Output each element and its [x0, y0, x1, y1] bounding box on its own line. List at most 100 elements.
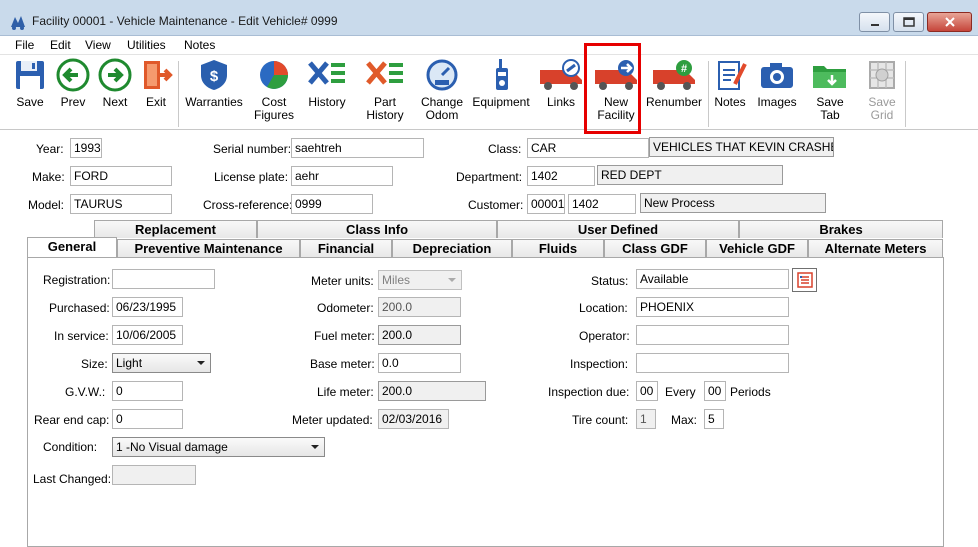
- tab-preventive-maintenance[interactable]: Preventive Maintenance: [117, 239, 300, 257]
- tab-fluids[interactable]: Fluids: [512, 239, 604, 257]
- toolbar-separator: [905, 61, 906, 127]
- class-code-field[interactable]: CAR: [527, 138, 649, 158]
- tab-general[interactable]: General: [27, 237, 117, 257]
- life-meter-field: 200.0: [378, 381, 486, 401]
- prev-button[interactable]: Prev: [53, 58, 93, 109]
- images-label: Images: [757, 95, 797, 109]
- notes-button[interactable]: Notes: [711, 58, 749, 109]
- part-history-button[interactable]: Part History: [360, 58, 410, 122]
- arrow-left-icon: [56, 58, 90, 92]
- department-description: RED DEPT: [597, 165, 783, 185]
- next-label: Next: [102, 95, 128, 109]
- tab-alternate-meters[interactable]: Alternate Meters: [808, 239, 943, 257]
- equipment-button[interactable]: Equipment: [472, 58, 530, 109]
- save-tab-button[interactable]: Save Tab: [806, 58, 854, 122]
- periods-label: Periods: [730, 385, 771, 399]
- location-field[interactable]: PHOENIX: [636, 297, 789, 317]
- gvw-field[interactable]: 0: [112, 381, 183, 401]
- odometer-label: Odometer:: [317, 301, 374, 315]
- status-list-button[interactable]: [792, 268, 817, 292]
- tab-vehicle-gdf[interactable]: Vehicle GDF: [706, 239, 808, 257]
- exit-button[interactable]: Exit: [138, 58, 174, 109]
- tab-class-gdf[interactable]: Class GDF: [604, 239, 706, 257]
- history-button[interactable]: History: [303, 58, 351, 109]
- tab-brakes[interactable]: Brakes: [739, 220, 943, 238]
- save-grid-button[interactable]: Save Grid: [860, 58, 904, 122]
- menu-edit[interactable]: Edit: [50, 38, 71, 52]
- last-changed-label: Last Changed:: [33, 472, 112, 486]
- base-meter-field[interactable]: 0.0: [378, 353, 461, 373]
- customer-code-field[interactable]: 00001: [527, 194, 565, 214]
- tab-depreciation[interactable]: Depreciation: [392, 239, 512, 257]
- restore-icon: [902, 17, 915, 27]
- svg-text:$: $: [210, 68, 219, 85]
- license-plate-field[interactable]: aehr: [291, 166, 393, 186]
- rear-end-cap-field[interactable]: 0: [112, 409, 183, 429]
- inspection-field[interactable]: [636, 353, 789, 373]
- operator-field[interactable]: [636, 325, 789, 345]
- close-button[interactable]: [927, 12, 972, 32]
- tire-count-label: Tire count:: [572, 413, 629, 427]
- tab-class-info[interactable]: Class Info: [257, 220, 497, 238]
- class-label: Class:: [488, 142, 522, 156]
- renumber-button[interactable]: # Renumber: [645, 58, 703, 109]
- close-icon: [944, 17, 955, 27]
- part-history-label: Part History: [366, 95, 404, 122]
- department-code-field[interactable]: 1402: [527, 166, 595, 186]
- serial-label: Serial number:: [213, 142, 292, 156]
- minimize-button[interactable]: [859, 12, 890, 32]
- condition-value: 1 -No Visual damage: [116, 440, 228, 454]
- customer-label: Customer:: [468, 198, 524, 212]
- maximize-button[interactable]: [893, 12, 924, 32]
- notes-label: Notes: [714, 95, 746, 109]
- notepad-icon: [718, 61, 747, 90]
- tab-user-defined[interactable]: User Defined: [497, 220, 739, 238]
- cross-reference-field[interactable]: 0999: [291, 194, 373, 214]
- window-title: Facility 00001 - Vehicle Maintenance - E…: [32, 14, 338, 28]
- menu-view[interactable]: View: [85, 38, 111, 52]
- images-button[interactable]: Images: [754, 58, 800, 109]
- tab-replacement[interactable]: Replacement: [94, 220, 257, 238]
- tab-financial[interactable]: Financial: [300, 239, 392, 257]
- save-button[interactable]: Save: [10, 58, 50, 109]
- odometer-field: 200.0: [378, 297, 461, 317]
- serial-field[interactable]: saehtreh: [291, 138, 424, 158]
- status-field[interactable]: Available: [636, 269, 789, 289]
- department-label: Department:: [456, 170, 523, 184]
- warranties-label: Warranties: [185, 95, 243, 109]
- in-service-field[interactable]: 10/06/2005: [112, 325, 183, 345]
- year-field[interactable]: 1993: [70, 138, 102, 158]
- change-odom-button[interactable]: Change Odom: [418, 58, 466, 122]
- menu-bar: File Edit View Utilities Notes: [0, 36, 978, 55]
- customer-subcode-field[interactable]: 1402: [568, 194, 636, 214]
- meter-updated-label: Meter updated:: [292, 413, 373, 427]
- save-grid-label: Save Grid: [868, 95, 896, 122]
- purchased-field[interactable]: 06/23/1995: [112, 297, 183, 317]
- exit-door-icon: [144, 61, 173, 89]
- list-icon: [796, 272, 813, 288]
- next-button[interactable]: Next: [95, 58, 135, 109]
- size-select[interactable]: Light: [112, 353, 211, 373]
- max-field[interactable]: 5: [704, 409, 724, 429]
- renumber-label: Renumber: [645, 95, 703, 109]
- year-label: Year:: [36, 142, 64, 156]
- life-meter-label: Life meter:: [317, 385, 374, 399]
- links-button[interactable]: Links: [536, 58, 586, 109]
- meter-units-label: Meter units:: [311, 274, 374, 288]
- menu-file[interactable]: File: [15, 38, 34, 52]
- menu-utilities[interactable]: Utilities: [127, 38, 166, 52]
- fuel-meter-field: 200.0: [378, 325, 461, 345]
- model-field[interactable]: TAURUS: [70, 194, 172, 214]
- make-field[interactable]: FORD: [70, 166, 172, 186]
- radio-icon: [496, 59, 508, 90]
- fuel-meter-label: Fuel meter:: [314, 329, 375, 343]
- every-field[interactable]: 00: [704, 381, 726, 401]
- meter-units-value: Miles: [382, 273, 411, 287]
- warranties-button[interactable]: $ Warranties: [183, 58, 245, 109]
- inspection-due-field[interactable]: 00: [636, 381, 658, 401]
- menu-notes[interactable]: Notes: [184, 38, 215, 52]
- registration-field[interactable]: [112, 269, 215, 289]
- meter-units-select[interactable]: Miles: [378, 270, 462, 290]
- cost-figures-button[interactable]: Cost Figures: [250, 58, 298, 122]
- condition-select[interactable]: 1 -No Visual damage: [112, 437, 325, 457]
